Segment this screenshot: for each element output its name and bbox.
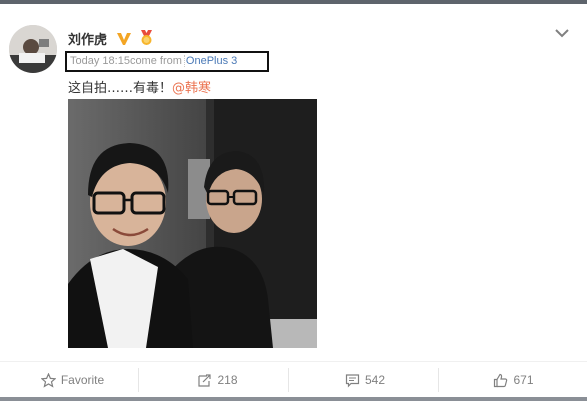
star-icon [40, 372, 56, 388]
repost-button[interactable]: 218 [145, 362, 290, 398]
comment-button[interactable]: 542 [290, 362, 440, 398]
chevron-down-icon[interactable] [554, 24, 570, 43]
source-prefix: come from [129, 55, 182, 67]
comment-count: 542 [364, 373, 386, 387]
repost-icon [198, 373, 212, 387]
medal-icon[interactable] [138, 29, 155, 50]
repost-count: 218 [217, 373, 238, 387]
avatar[interactable] [9, 25, 57, 73]
action-bar: Favorite 218 542 671 [0, 361, 587, 398]
bottom-border [0, 397, 587, 401]
post-body: 这自拍……有毒！ [68, 81, 173, 96]
device-link[interactable]: OnePlus 3 [183, 55, 238, 67]
favorite-button[interactable]: Favorite [0, 362, 145, 398]
post-photo[interactable] [68, 99, 317, 348]
action-divider [138, 368, 139, 392]
post-timestamp[interactable]: Today 18:15 [70, 55, 130, 67]
top-border [0, 0, 587, 4]
post-meta: Today 18:15come from OnePlus 3 [70, 55, 238, 67]
post-text: 这自拍……有毒！@韩寒 [68, 77, 211, 96]
action-divider [438, 368, 439, 392]
comment-icon [345, 373, 360, 387]
like-count: 671 [513, 373, 534, 387]
action-divider [288, 368, 289, 392]
verified-v-icon [116, 31, 132, 50]
like-button[interactable]: 671 [440, 362, 587, 398]
thumbs-up-icon [494, 373, 508, 387]
username[interactable]: 刘作虎 [68, 29, 107, 48]
mention-link[interactable]: @韩寒 [172, 81, 211, 96]
favorite-label: Favorite [60, 373, 105, 387]
